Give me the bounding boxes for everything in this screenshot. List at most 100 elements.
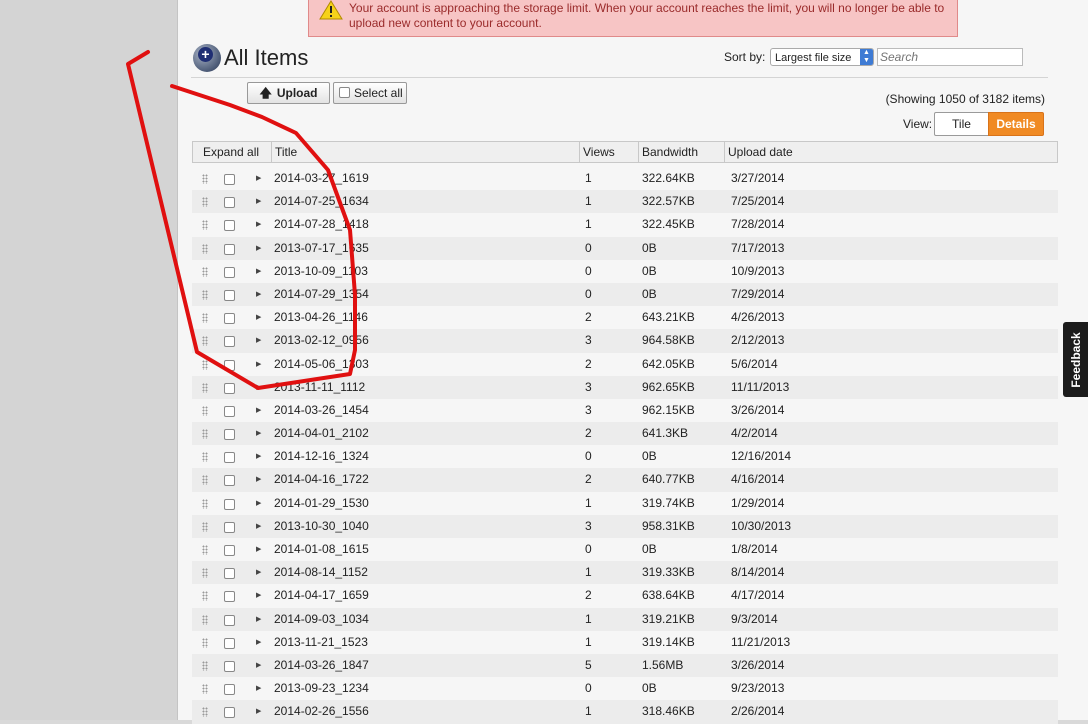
views-column-header[interactable]: Views: [579, 142, 636, 162]
expand-arrow-icon[interactable]: ▶: [256, 190, 261, 213]
search-input[interactable]: [877, 48, 1023, 66]
expand-arrow-icon[interactable]: ▶: [256, 492, 261, 515]
row-title[interactable]: 2014-09-03_1034: [274, 608, 369, 631]
expand-arrow-icon[interactable]: ▶: [256, 538, 261, 561]
row-checkbox[interactable]: [224, 475, 235, 487]
expand-arrow-icon[interactable]: ▶: [256, 399, 261, 422]
table-row[interactable]: ▶ 2014-01-29_1530 1 319.74KB 1/29/2014: [192, 492, 1058, 515]
table-row[interactable]: ▶ 2014-04-01_2102 2 641.3KB 4/2/2014: [192, 422, 1058, 446]
row-checkbox[interactable]: [224, 243, 235, 255]
expand-all-header[interactable]: Expand all: [193, 142, 269, 162]
table-row[interactable]: ▶ 2014-07-25_1634 1 322.57KB 7/25/2014: [192, 190, 1058, 214]
row-checkbox[interactable]: [224, 220, 235, 232]
drag-handle-icon[interactable]: [205, 545, 208, 555]
table-row[interactable]: ▶ 2013-10-09_1103 0 0B 10/9/2013: [192, 260, 1058, 283]
table-row[interactable]: ▶ 2014-09-03_1034 1 319.21KB 9/3/2014: [192, 607, 1058, 631]
drag-handle-icon[interactable]: [205, 289, 208, 300]
row-checkbox[interactable]: [224, 429, 235, 441]
table-row[interactable]: ▶ 2014-07-28_1418 1 322.45KB 7/28/2014: [192, 213, 1058, 236]
table-row[interactable]: ▶ 2013-11-21_1523 1 319.14KB 11/21/2013: [192, 631, 1058, 654]
row-checkbox[interactable]: [224, 498, 235, 510]
expand-arrow-icon[interactable]: ▶: [256, 167, 261, 190]
expand-arrow-icon[interactable]: ▶: [256, 306, 261, 329]
table-row[interactable]: ▶ 2014-05-06_1303 2 642.05KB 5/6/2014: [192, 353, 1058, 376]
details-view-button[interactable]: Details: [988, 112, 1044, 136]
row-title[interactable]: 2014-03-26_1454: [274, 399, 369, 422]
table-row[interactable]: ▶ 2013-09-23_1234 0 0B 9/23/2013: [192, 677, 1058, 700]
row-title[interactable]: 2014-01-08_1615: [274, 538, 369, 561]
row-checkbox[interactable]: [224, 521, 235, 533]
table-row[interactable]: ▶ 2014-08-14_1152 1 319.33KB 8/14/2014: [192, 561, 1058, 585]
drag-handle-icon[interactable]: [205, 359, 208, 370]
sort-select[interactable]: Largest file size ▲ ▼: [770, 48, 874, 66]
row-title[interactable]: 2014-04-17_1659: [274, 584, 369, 607]
drag-handle-icon[interactable]: [205, 591, 208, 602]
row-checkbox[interactable]: [224, 452, 235, 464]
row-title[interactable]: 2014-07-29_1354: [274, 283, 369, 306]
drag-handle-icon[interactable]: [205, 568, 208, 579]
row-checkbox[interactable]: [224, 289, 235, 301]
row-checkbox[interactable]: [224, 382, 235, 394]
drag-handle-icon[interactable]: [205, 707, 208, 718]
table-row[interactable]: ▶ 2014-12-16_1324 0 0B 12/16/2014: [192, 445, 1058, 468]
row-checkbox[interactable]: [224, 266, 235, 278]
row-checkbox[interactable]: [224, 568, 235, 580]
row-title[interactable]: 2014-04-16_1722: [274, 468, 369, 491]
drag-handle-icon[interactable]: [205, 197, 208, 208]
drag-handle-icon[interactable]: [205, 614, 208, 625]
row-title[interactable]: 2013-02-12_0956: [274, 329, 369, 352]
row-checkbox[interactable]: [224, 707, 235, 719]
table-row[interactable]: ▶ 2014-04-16_1722 2 640.77KB 4/16/2014: [192, 468, 1058, 492]
drag-handle-icon[interactable]: [205, 313, 208, 324]
table-row[interactable]: ▶ 2014-03-26_1454 3 962.15KB 3/26/2014: [192, 399, 1058, 422]
drag-handle-icon[interactable]: [205, 266, 208, 277]
drag-handle-icon[interactable]: [205, 174, 208, 184]
expand-arrow-icon[interactable]: ▶: [256, 422, 261, 445]
row-checkbox[interactable]: [224, 684, 235, 696]
expand-arrow-icon[interactable]: ▶: [256, 515, 261, 538]
row-title[interactable]: 2014-04-01_2102: [274, 422, 369, 445]
feedback-tab[interactable]: Feedback: [1063, 322, 1088, 397]
row-title[interactable]: 2013-11-21_1523: [274, 631, 368, 654]
expand-arrow-icon[interactable]: ▶: [256, 283, 261, 306]
row-title[interactable]: 2014-05-06_1303: [274, 353, 369, 376]
row-title[interactable]: 2014-02-26_1556: [274, 700, 369, 723]
drag-handle-icon[interactable]: [205, 220, 208, 231]
row-title[interactable]: 2013-09-23_1234: [274, 677, 369, 700]
drag-handle-icon[interactable]: [205, 660, 208, 671]
drag-handle-icon[interactable]: [205, 336, 208, 347]
upload-date-column-header[interactable]: Upload date: [724, 142, 1058, 162]
row-checkbox[interactable]: [224, 336, 235, 348]
expand-arrow-icon[interactable]: ▶: [256, 353, 261, 376]
expand-arrow-icon[interactable]: ▶: [256, 584, 261, 607]
row-checkbox[interactable]: [224, 660, 235, 672]
row-title[interactable]: 2013-10-30_1040: [274, 515, 369, 538]
table-row[interactable]: ▶ 2014-07-29_1354 0 0B 7/29/2014: [192, 282, 1058, 307]
drag-handle-icon[interactable]: [205, 498, 208, 509]
row-title[interactable]: 2014-03-26_1847: [274, 654, 369, 677]
expand-arrow-icon[interactable]: ▶: [256, 260, 261, 283]
upload-button[interactable]: 🡅 Upload: [247, 82, 330, 104]
row-checkbox[interactable]: [224, 313, 235, 325]
table-row[interactable]: ▶ 2014-02-26_1556 1 318.46KB 2/26/2014: [192, 700, 1058, 724]
title-column-header[interactable]: Title: [271, 142, 580, 162]
drag-handle-icon[interactable]: [205, 405, 208, 416]
table-row[interactable]: ▶ 2013-11-11_1112 3 962.65KB 11/11/2013: [192, 375, 1058, 399]
drag-handle-icon[interactable]: [205, 521, 208, 532]
row-checkbox[interactable]: [224, 174, 235, 185]
expand-arrow-icon[interactable]: ▶: [256, 608, 261, 631]
expand-arrow-icon[interactable]: ▶: [256, 376, 261, 399]
row-checkbox[interactable]: [224, 545, 235, 556]
row-title[interactable]: 2014-03-27_1619: [274, 167, 369, 190]
table-row[interactable]: ▶ 2014-03-26_1847 5 1.56MB 3/26/2014: [192, 653, 1058, 678]
drag-handle-icon[interactable]: [205, 382, 208, 393]
drag-handle-icon[interactable]: [205, 452, 208, 463]
expand-arrow-icon[interactable]: ▶: [256, 700, 261, 723]
row-checkbox[interactable]: [224, 359, 235, 371]
expand-arrow-icon[interactable]: ▶: [256, 329, 261, 352]
expand-arrow-icon[interactable]: ▶: [256, 561, 261, 584]
expand-arrow-icon[interactable]: ▶: [256, 237, 261, 260]
drag-handle-icon[interactable]: [205, 684, 208, 695]
drag-handle-icon[interactable]: [205, 243, 208, 254]
expand-arrow-icon[interactable]: ▶: [256, 631, 261, 654]
